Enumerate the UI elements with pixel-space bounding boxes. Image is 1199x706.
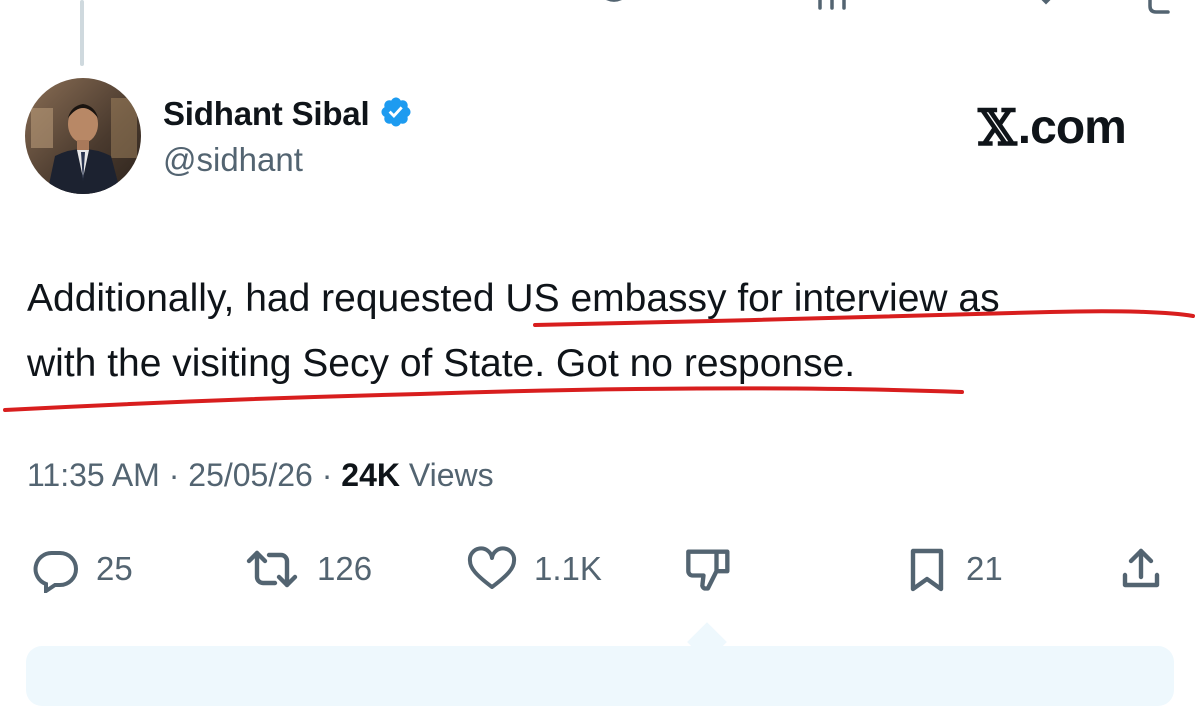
author-handle[interactable]: @sidhant xyxy=(163,141,303,179)
share-icon xyxy=(1117,545,1165,593)
reply-count: 25 xyxy=(96,550,133,587)
author-name-row[interactable]: Sidhant Sibal xyxy=(163,92,413,136)
meta-separator: · xyxy=(168,457,180,493)
tweet-text: Additionally, had requested US embassy f… xyxy=(27,266,1177,396)
tweet-text-line-1: Additionally, had requested US embassy f… xyxy=(27,277,1000,320)
bookmark-count: 21 xyxy=(966,550,1003,587)
repost-count: 126 xyxy=(317,550,373,587)
brand-suffix: .com xyxy=(1017,101,1127,154)
tweet-time[interactable]: 11:35 AM xyxy=(27,457,160,493)
bookmark-button[interactable]: 21 xyxy=(904,544,1003,594)
bookmark-icon xyxy=(904,545,950,593)
author-display-name[interactable]: Sidhant Sibal xyxy=(163,95,370,133)
repost-button[interactable]: 126 xyxy=(243,544,372,594)
verified-badge-icon xyxy=(379,95,413,134)
reply-icon xyxy=(32,545,80,593)
avatar[interactable] xyxy=(25,78,141,194)
meta-separator: · xyxy=(321,457,333,493)
views-label: Views xyxy=(408,457,494,493)
tweet-text-line-2: with the visiting Secy of State. Got no … xyxy=(27,342,856,385)
dislike-button[interactable] xyxy=(684,544,736,594)
tweet-date[interactable]: 25/05/26 xyxy=(188,457,313,493)
dislike-icon xyxy=(684,543,736,595)
previous-tweet-action-bar xyxy=(0,0,1199,14)
like-count: 1.1K xyxy=(534,550,602,587)
views-count: 24K xyxy=(341,457,400,493)
related-content-panel xyxy=(26,646,1174,706)
x-logo-icon: 𝕏 xyxy=(978,98,1017,157)
like-icon xyxy=(466,545,518,593)
repost-icon xyxy=(243,545,301,593)
like-button[interactable]: 1.1K xyxy=(466,544,602,594)
reply-button[interactable]: 25 xyxy=(32,544,133,594)
thread-connector-line xyxy=(80,0,84,66)
share-button[interactable] xyxy=(1117,544,1165,594)
tweet-meta: 11:35 AM · 25/05/26 · 24K Views xyxy=(27,457,494,494)
brand-watermark: 𝕏 .com xyxy=(978,98,1127,157)
